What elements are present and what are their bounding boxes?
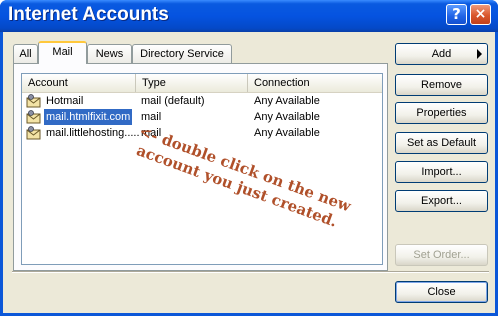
account-type: mail (default) — [141, 95, 205, 107]
add-button[interactable]: Add — [395, 43, 488, 65]
accounts-list[interactable]: Account Type Connection Hotmail mail (de… — [21, 73, 383, 265]
list-header: Account Type Connection — [22, 74, 382, 93]
mail-account-icon — [26, 126, 41, 140]
column-header-account[interactable]: Account — [22, 74, 136, 92]
properties-button[interactable]: Properties — [395, 102, 488, 124]
account-connection: Any Available — [254, 127, 320, 139]
tab-mail[interactable]: Mail — [38, 41, 87, 64]
internet-accounts-window: Internet Accounts ? × All Mail News Dire… — [0, 0, 498, 316]
tab-all[interactable]: All — [13, 44, 38, 63]
column-header-connection[interactable]: Connection — [248, 74, 382, 92]
tab-news[interactable]: News — [87, 44, 132, 63]
mail-account-icon — [26, 94, 41, 108]
export-button[interactable]: Export... — [395, 190, 488, 212]
account-type: mail — [141, 111, 162, 123]
account-row-selected[interactable]: mail.htmlfixit.com mail Any Available — [22, 109, 382, 125]
column-header-type[interactable]: Type — [136, 74, 248, 92]
account-row[interactable]: mail.littlehosting..... mail Any Availab… — [22, 125, 382, 141]
arrow-right-icon — [477, 49, 482, 59]
remove-button[interactable]: Remove — [395, 74, 488, 96]
close-window-button[interactable]: × — [470, 4, 491, 25]
add-button-label: Add — [431, 48, 452, 60]
set-order-button[interactable]: Set Order... — [395, 244, 488, 266]
help-button[interactable]: ? — [446, 4, 467, 25]
dialog-client-area: All Mail News Directory Service Account … — [3, 32, 495, 313]
set-as-default-button[interactable]: Set as Default — [395, 132, 488, 154]
tab-panel: Account Type Connection Hotmail mail (de… — [13, 63, 388, 271]
account-name: Hotmail — [46, 95, 84, 107]
account-name: mail.littlehosting..... — [46, 127, 140, 139]
account-name: mail.htmlfixit.com — [44, 109, 133, 125]
mail-account-icon — [26, 110, 41, 124]
close-button[interactable]: Close — [395, 281, 488, 303]
account-connection: Any Available — [254, 111, 320, 123]
account-connection: Any Available — [254, 95, 320, 107]
account-type: mail — [141, 127, 162, 139]
account-row[interactable]: Hotmail mail (default) Any Available — [22, 93, 382, 109]
divider — [12, 271, 489, 273]
title-bar[interactable]: Internet Accounts ? × — [0, 0, 498, 32]
window-title: Internet Accounts — [8, 4, 169, 25]
import-button[interactable]: Import... — [395, 161, 488, 183]
tab-directory-service[interactable]: Directory Service — [132, 44, 232, 63]
